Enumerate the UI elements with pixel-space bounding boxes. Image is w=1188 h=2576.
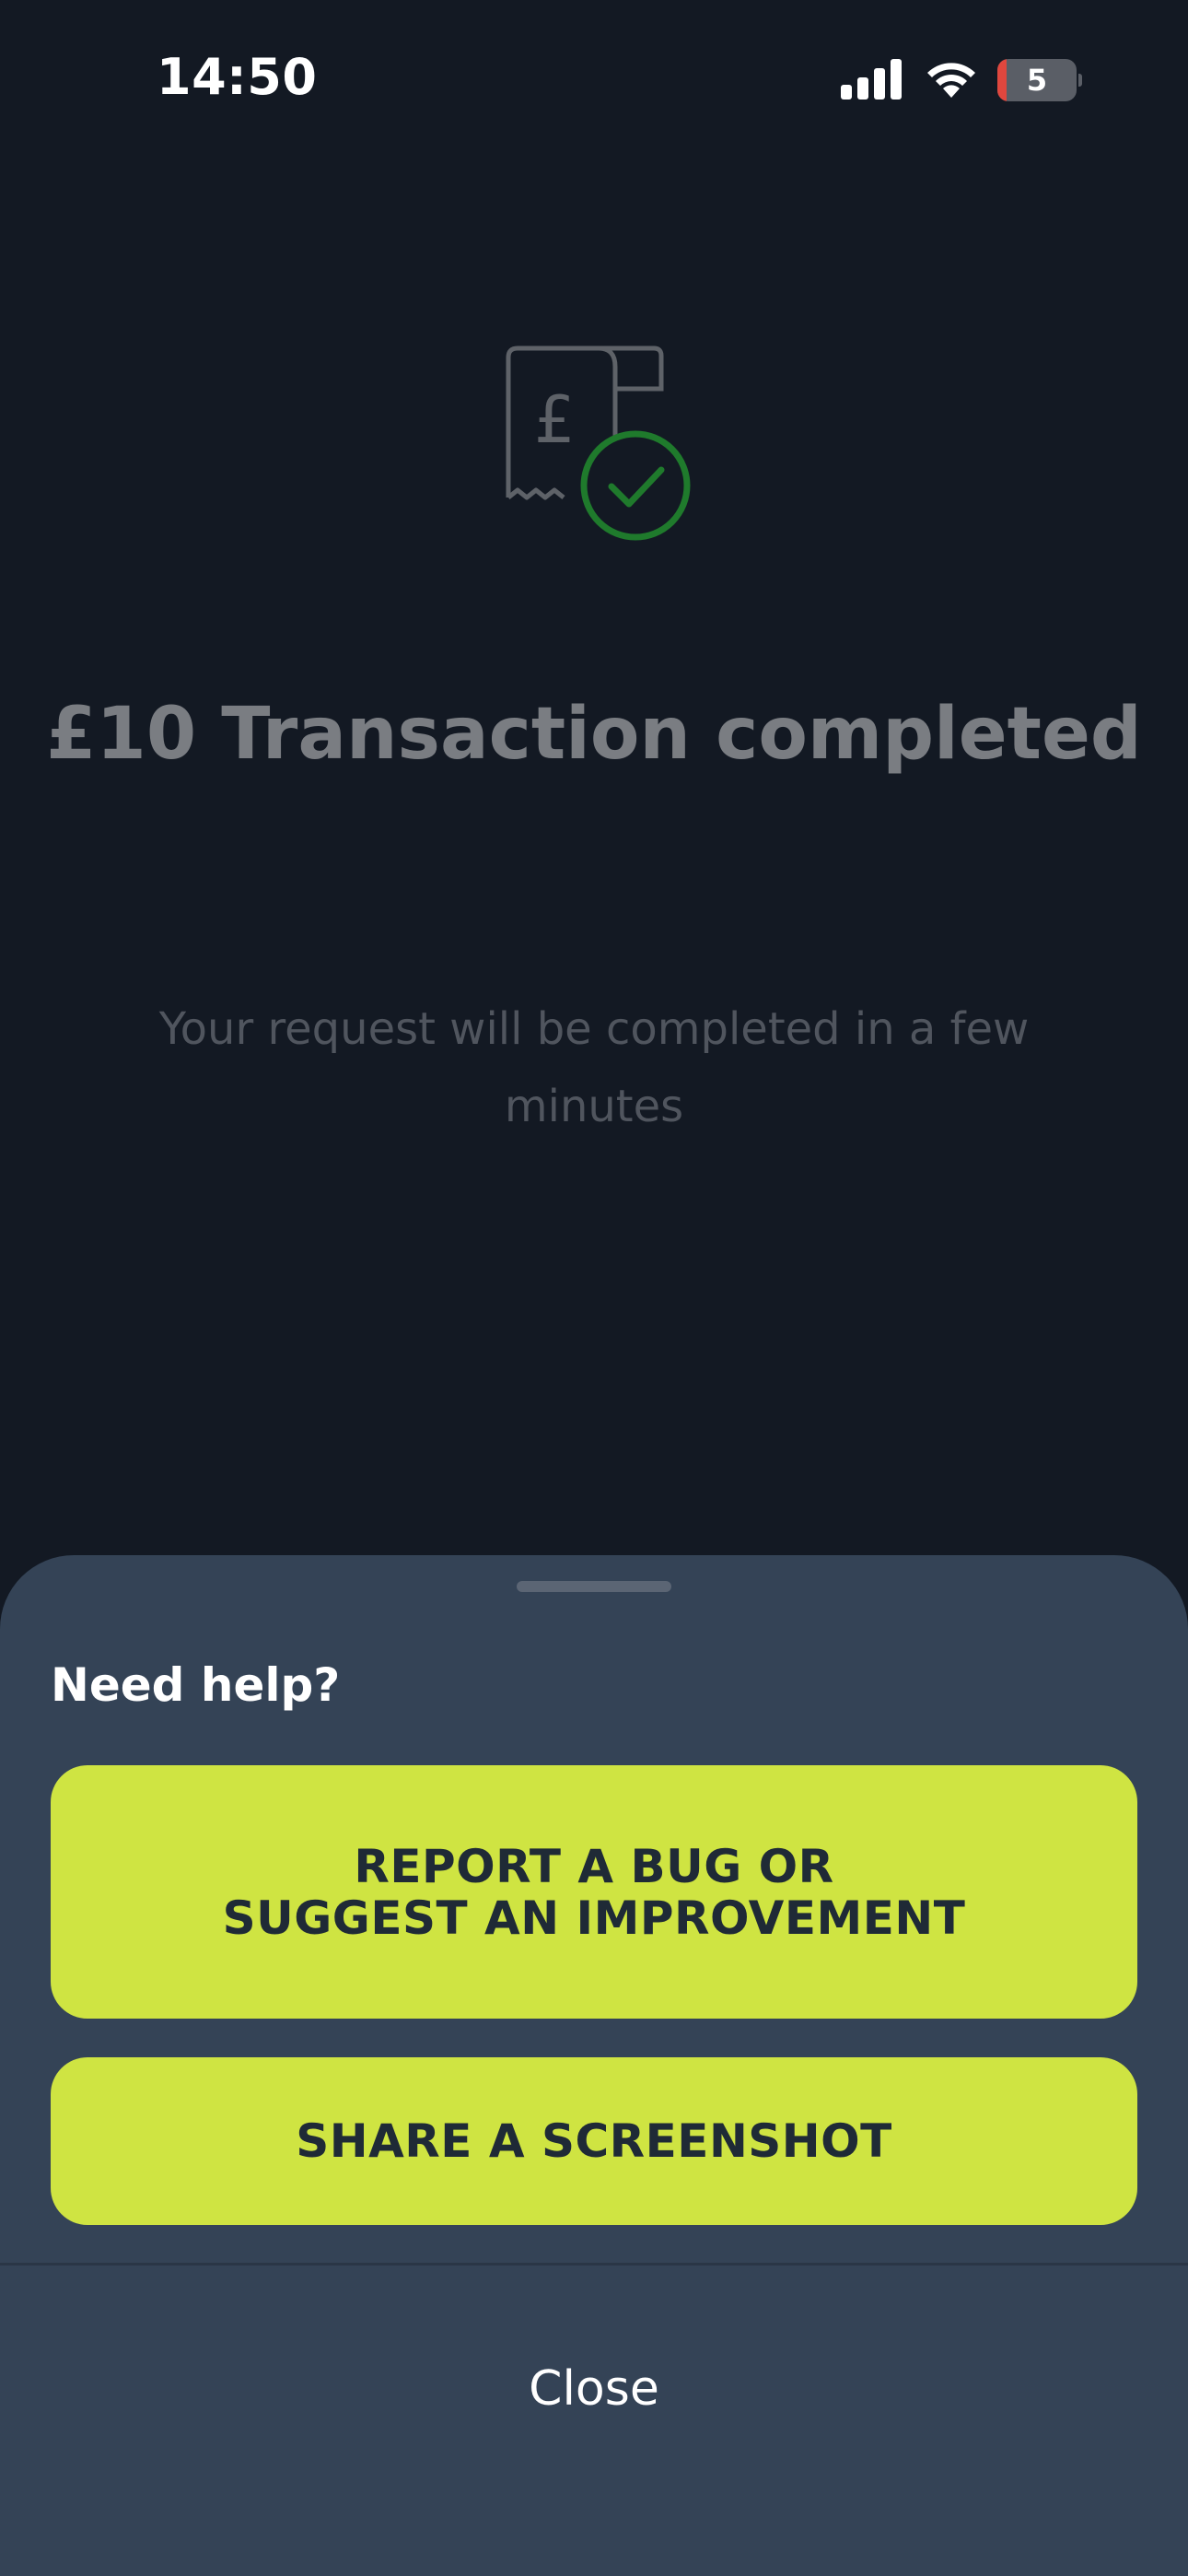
status-bar: 14:50 5 — [0, 0, 1188, 157]
wifi-icon — [927, 63, 975, 98]
battery-icon: 5 — [997, 59, 1082, 101]
receipt-check-icon: £ — [506, 345, 691, 541]
screen: 14:50 5 £ £10 Transaction completed Your… — [0, 0, 1188, 2576]
svg-text:£: £ — [534, 382, 576, 458]
transaction-subtitle: Your request will be completed in a few … — [158, 1003, 1030, 1132]
report-bug-button[interactable]: REPORT A BUG OR SUGGEST AN IMPROVEMENT — [51, 1765, 1137, 2019]
close-button[interactable]: Close — [410, 2343, 778, 2435]
signal-icon — [841, 59, 902, 100]
sheet-drag-handle[interactable] — [517, 1581, 671, 1592]
sheet-title: Need help? — [51, 1658, 341, 1712]
sheet-divider — [0, 2263, 1188, 2266]
report-bug-label-line2: SUGGEST AN IMPROVEMENT — [222, 1891, 966, 1945]
battery-level: 5 — [1026, 63, 1048, 98]
transaction-title: £10 Transaction completed — [46, 693, 1142, 776]
report-bug-label-line1: REPORT A BUG OR — [354, 1839, 834, 1893]
share-screenshot-button[interactable]: SHARE A SCREENSHOT — [51, 2057, 1137, 2225]
help-bottom-sheet: Need help? REPORT A BUG OR SUGGEST AN IM… — [0, 1555, 1188, 2576]
share-screenshot-label: SHARE A SCREENSHOT — [296, 2114, 892, 2168]
status-time: 14:50 — [157, 48, 318, 106]
